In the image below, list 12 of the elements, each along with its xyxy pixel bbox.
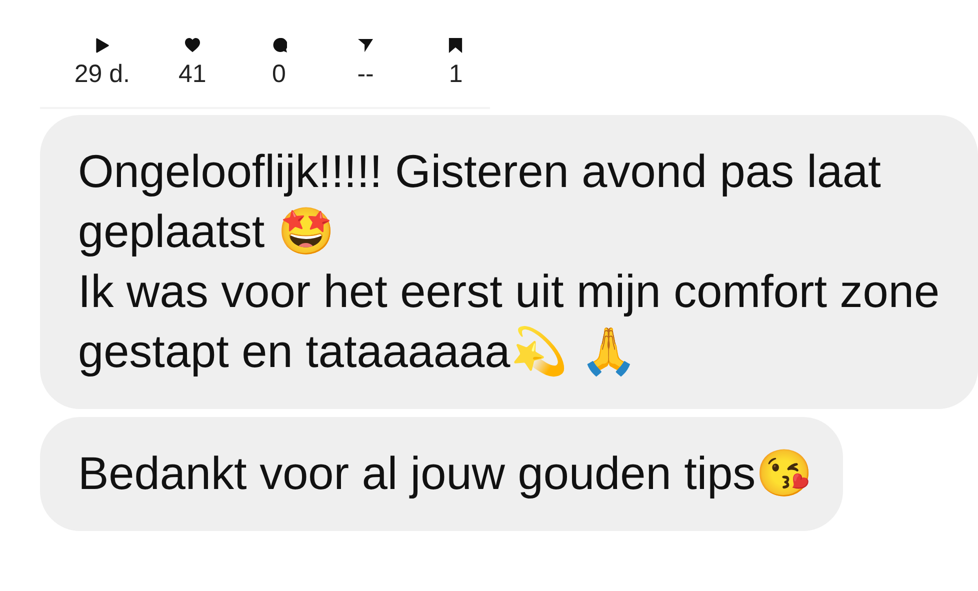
bookmark-icon (448, 38, 464, 53)
send-icon (358, 38, 374, 53)
speech-bubble-icon (272, 38, 286, 53)
play-icon (94, 38, 110, 53)
stat-count: -- (357, 59, 374, 89)
stat-count: 41 (178, 59, 206, 89)
heart-icon (184, 38, 200, 53)
stat-count: 0 (272, 59, 286, 89)
stat-count: 29 d. (74, 59, 130, 89)
message-bubble: Bedankt voor al jouw gouden tips😘 (40, 417, 843, 531)
stat-count: 1 (448, 59, 463, 89)
message-bubble: Ongelooflijk!!!!! Gisteren avond pas laat geplaatst 🤩 Ik was voor het eerst uit mijn comfort zone gestapt en tataaaaaa💫 🙏 (40, 115, 978, 409)
